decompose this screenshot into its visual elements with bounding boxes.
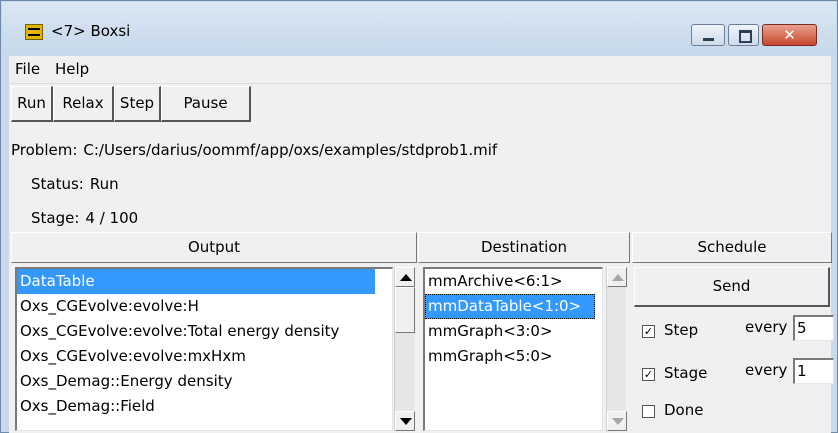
problem-path: C:/Users/darius/oommf/app/oxs/examples/s… xyxy=(83,141,498,159)
dest-item-mmarchive[interactable]: mmArchive<6:1> xyxy=(425,269,602,294)
step-checkbox[interactable]: ✓ xyxy=(642,325,655,338)
stage-checkbox[interactable]: ✓ xyxy=(642,368,655,381)
oommf-app-icon xyxy=(25,24,43,40)
step-button[interactable]: Step xyxy=(114,86,161,122)
destination-header: Destination xyxy=(418,232,630,263)
relax-button[interactable]: Relax xyxy=(53,86,114,122)
done-checkbox[interactable] xyxy=(642,405,655,418)
scroll-up-arrow-icon[interactable] xyxy=(395,267,415,287)
close-button[interactable]: ✕ xyxy=(762,24,817,46)
step-label: Step xyxy=(664,321,699,339)
output-item-cgevolve-energy-density[interactable]: Oxs_CGEvolve:evolve:Total energy density xyxy=(17,319,392,344)
status-label: Status: xyxy=(31,175,84,193)
boxsi-window: <7> Boxsi ✕ File Help Run Relax Step Pau… xyxy=(0,0,838,433)
scroll-down-arrow-icon[interactable] xyxy=(607,411,627,431)
close-icon: ✕ xyxy=(783,26,796,44)
problem-label: Problem: xyxy=(11,141,78,159)
title-bar[interactable]: <7> Boxsi ✕ xyxy=(2,2,836,56)
stage-label: Stage: xyxy=(31,209,80,227)
done-label: Done xyxy=(664,401,704,419)
stage-every-input[interactable]: 1 xyxy=(793,358,834,384)
output-header: Output xyxy=(11,232,417,263)
output-listbox[interactable]: DataTable Oxs_CGEvolve:evolve:H Oxs_CGEv… xyxy=(15,267,393,431)
stage-every-label: every xyxy=(745,361,788,379)
client-area: File Help Run Relax Step Pause Problem: C… xyxy=(9,56,834,433)
dest-item-mmdatatable[interactable]: mmDataTable<1:0> xyxy=(425,294,595,319)
step-every-label: every xyxy=(745,318,788,336)
destination-listbox[interactable]: mmArchive<6:1> mmDataTable<1:0> mmGraph<… xyxy=(423,267,603,431)
destination-scrollbar[interactable] xyxy=(606,267,627,431)
stage-label: Stage xyxy=(664,364,708,382)
output-scrollbar[interactable] xyxy=(394,267,415,431)
dest-item-mmgraph-3[interactable]: mmGraph<3:0> xyxy=(425,319,602,344)
menu-file[interactable]: File xyxy=(15,60,40,78)
scroll-down-arrow-icon[interactable] xyxy=(395,411,415,431)
scroll-up-arrow-icon[interactable] xyxy=(607,267,627,287)
send-button[interactable]: Send xyxy=(634,267,830,307)
minimize-button[interactable] xyxy=(691,24,725,46)
schedule-header: Schedule xyxy=(632,232,832,263)
status-line: Status: Run xyxy=(31,175,119,193)
status-value: Run xyxy=(89,175,119,193)
dest-item-mmgraph-5[interactable]: mmGraph<5:0> xyxy=(425,344,602,369)
output-item-demag-field[interactable]: Oxs_Demag::Field xyxy=(17,394,392,419)
menu-help[interactable]: Help xyxy=(55,60,89,78)
run-button[interactable]: Run xyxy=(11,86,53,122)
stage-line: Stage: 4 / 100 xyxy=(31,209,138,227)
pause-button[interactable]: Pause xyxy=(161,86,251,122)
problem-line: Problem: C:/Users/darius/oommf/app/oxs/ex… xyxy=(11,141,497,159)
step-every-input[interactable]: 5 xyxy=(793,315,834,341)
output-item-datatable[interactable]: DataTable xyxy=(17,269,375,294)
output-item-demag-energy-density[interactable]: Oxs_Demag::Energy density xyxy=(17,369,392,394)
output-scroll-thumb[interactable] xyxy=(395,287,415,333)
window-title: <7> Boxsi xyxy=(51,22,131,40)
stage-value: 4 / 100 xyxy=(85,209,139,227)
menu-bar: File Help xyxy=(9,56,831,84)
maximize-button[interactable] xyxy=(728,24,759,46)
output-item-cgevolve-mxhxm[interactable]: Oxs_CGEvolve:evolve:mxHxm xyxy=(17,344,392,369)
output-item-cgevolve-h[interactable]: Oxs_CGEvolve:evolve:H xyxy=(17,294,392,319)
